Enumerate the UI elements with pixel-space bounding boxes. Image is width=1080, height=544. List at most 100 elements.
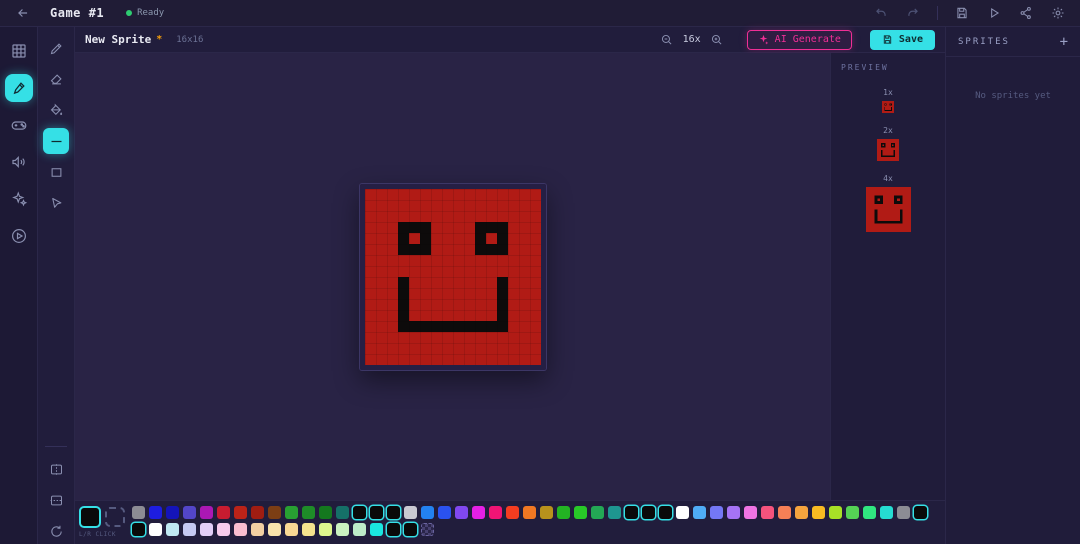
palette-swatch[interactable] (166, 523, 179, 536)
palette-swatch[interactable] (302, 506, 315, 519)
palette-swatch[interactable] (914, 506, 927, 519)
settings-button[interactable] (1050, 5, 1066, 21)
undo-button[interactable] (873, 5, 889, 21)
palette-swatch[interactable] (234, 523, 247, 536)
palette-swatch[interactable] (387, 506, 400, 519)
palette-swatch[interactable] (846, 506, 859, 519)
palette-swatch[interactable] (489, 506, 502, 519)
palette-swatch[interactable] (183, 523, 196, 536)
palette-swatch[interactable] (778, 506, 791, 519)
zoom-out-button[interactable] (659, 32, 675, 48)
tool-fill[interactable] (43, 97, 69, 123)
palette-swatch[interactable] (591, 506, 604, 519)
palette-swatch[interactable] (268, 506, 281, 519)
palette-swatch[interactable] (438, 506, 451, 519)
play-button[interactable] (986, 5, 1002, 21)
palette-swatch[interactable] (523, 506, 536, 519)
palette-swatch[interactable] (319, 506, 332, 519)
tool-rotate[interactable] (43, 518, 69, 544)
palette-swatch[interactable] (863, 506, 876, 519)
app-body: New Sprite * 16x16 16x AI Generate Save (0, 27, 1080, 544)
palette-swatch[interactable] (421, 523, 434, 536)
palette-swatch[interactable] (251, 506, 264, 519)
palette-swatch[interactable] (285, 506, 298, 519)
palette-swatch[interactable] (132, 523, 145, 536)
palette-swatch[interactable] (829, 506, 842, 519)
palette-swatch[interactable] (149, 506, 162, 519)
sidebar-item-effects[interactable] (5, 185, 33, 213)
palette-swatch[interactable] (795, 506, 808, 519)
palette-swatch[interactable] (353, 506, 366, 519)
palette-swatch[interactable] (370, 506, 383, 519)
palette-swatch[interactable] (761, 506, 774, 519)
palette-swatch[interactable] (404, 506, 417, 519)
palette-swatch[interactable] (200, 506, 213, 519)
save-sprite-button[interactable]: Save (870, 30, 935, 50)
save-floppy-icon (882, 34, 893, 45)
tool-select[interactable] (43, 190, 69, 216)
palette-swatch[interactable] (200, 523, 213, 536)
palette-swatch[interactable] (880, 506, 893, 519)
palette-swatch[interactable] (336, 506, 349, 519)
palette-swatch[interactable] (557, 506, 570, 519)
palette-swatch[interactable] (234, 506, 247, 519)
palette-swatch[interactable] (353, 523, 366, 536)
palette-swatch[interactable] (149, 523, 162, 536)
sidebar-item-tilemap[interactable] (5, 37, 33, 65)
palette-swatch[interactable] (336, 523, 349, 536)
save-project-button[interactable] (954, 5, 970, 21)
palette-swatch[interactable] (710, 506, 723, 519)
add-sprite-button[interactable]: + (1060, 35, 1068, 49)
palette-swatch[interactable] (217, 506, 230, 519)
palette-swatch[interactable] (319, 523, 332, 536)
ai-generate-button[interactable]: AI Generate (747, 30, 852, 50)
palette-swatch[interactable] (302, 523, 315, 536)
palette-swatch[interactable] (608, 506, 621, 519)
back-button[interactable] (14, 4, 32, 22)
palette-swatch[interactable] (506, 506, 519, 519)
palette-swatch[interactable] (455, 506, 468, 519)
tool-flip-horizontal[interactable] (43, 456, 69, 482)
palette-swatch[interactable] (574, 506, 587, 519)
palette-swatch[interactable] (659, 506, 672, 519)
palette-swatch[interactable] (370, 523, 383, 536)
palette-swatch[interactable] (251, 523, 264, 536)
sidebar-item-audio[interactable] (5, 148, 33, 176)
tool-pencil[interactable] (43, 35, 69, 61)
share-button[interactable] (1018, 5, 1034, 21)
tool-rectangle[interactable] (43, 159, 69, 185)
redo-button[interactable] (905, 5, 921, 21)
palette-swatch[interactable] (727, 506, 740, 519)
preview-item-2x: 2x (877, 126, 899, 161)
palette-swatch[interactable] (132, 506, 145, 519)
tool-eraser[interactable] (43, 66, 69, 92)
palette-swatch[interactable] (268, 523, 281, 536)
palette-swatch[interactable] (812, 506, 825, 519)
palette-swatch[interactable] (472, 506, 485, 519)
palette-swatch[interactable] (625, 506, 638, 519)
palette-swatch[interactable] (285, 523, 298, 536)
palette-swatch[interactable] (693, 506, 706, 519)
palette-swatch[interactable] (744, 506, 757, 519)
secondary-color-swatch[interactable] (105, 507, 125, 527)
sidebar-item-run[interactable] (5, 222, 33, 250)
grid-icon (10, 42, 28, 60)
zoom-in-button[interactable] (709, 32, 725, 48)
sprite-canvas[interactable] (360, 184, 546, 370)
palette-swatch[interactable] (404, 523, 417, 536)
palette-swatch[interactable] (166, 506, 179, 519)
sidebar-item-game[interactable] (5, 111, 33, 139)
palette-swatch[interactable] (421, 506, 434, 519)
tool-line[interactable] (43, 128, 69, 154)
palette-swatch[interactable] (217, 523, 230, 536)
palette-swatch[interactable] (387, 523, 400, 536)
tool-flip-vertical[interactable] (43, 487, 69, 513)
palette-swatch[interactable] (676, 506, 689, 519)
palette-swatch[interactable] (642, 506, 655, 519)
status-text: Ready (137, 8, 164, 18)
palette-swatch[interactable] (183, 506, 196, 519)
palette-swatch[interactable] (540, 506, 553, 519)
primary-color-swatch[interactable] (79, 506, 101, 528)
sidebar-item-sprite-editor[interactable] (5, 74, 33, 102)
palette-swatch[interactable] (897, 506, 910, 519)
